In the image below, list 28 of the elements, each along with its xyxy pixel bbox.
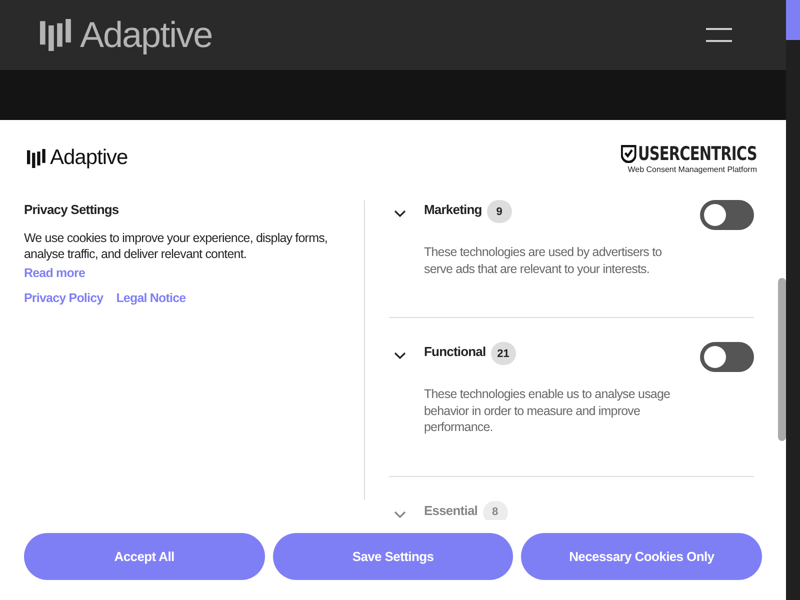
- count-badge: 8: [482, 500, 508, 520]
- logo-bars-icon: [40, 19, 72, 51]
- scrollbar-thumb[interactable]: [778, 278, 786, 441]
- toggle-switch[interactable]: [700, 200, 754, 230]
- footer-link[interactable]: Legal Notice: [116, 291, 186, 305]
- site-logo-text: Adaptive: [80, 14, 212, 56]
- provider-tagline: Web Consent Management Platform: [628, 165, 757, 174]
- count-badge: 21: [490, 342, 516, 365]
- logo-bars-icon: [27, 148, 46, 168]
- consent-button[interactable]: Necessary Cookies Only: [521, 533, 762, 580]
- scrollbar-thumb[interactable]: [786, 0, 800, 40]
- dialog-title: Privacy Settings: [24, 202, 120, 217]
- category-description: These technologies are used by advertisers to serve ads that are relevant to your interests.: [424, 244, 663, 277]
- footer-link[interactable]: Privacy Policy: [24, 291, 104, 305]
- count-badge: 9: [486, 200, 512, 223]
- consent-button[interactable]: Save Settings: [272, 533, 514, 580]
- category-name: Essential: [424, 502, 478, 518]
- dialog-logo-text: Adaptive: [50, 146, 128, 170]
- category-description: These technologies enable us to analyse usage behavior in order to measure and improve performance.: [424, 386, 672, 436]
- menu-icon[interactable]: [706, 28, 732, 42]
- toggle-switch[interactable]: [700, 342, 754, 372]
- dialog-description: We use cookies to improve your experience, display forms, analyse traffic, and deliver relevant content.: [24, 230, 329, 262]
- provider-name: USERCENTRICS: [638, 144, 757, 164]
- category-name: Marketing: [424, 201, 482, 217]
- shield-check-icon: [621, 145, 636, 163]
- category-name: Functional: [424, 343, 486, 359]
- consent-button[interactable]: Accept All: [24, 533, 265, 580]
- read-more-link[interactable]: Read more: [24, 266, 86, 280]
